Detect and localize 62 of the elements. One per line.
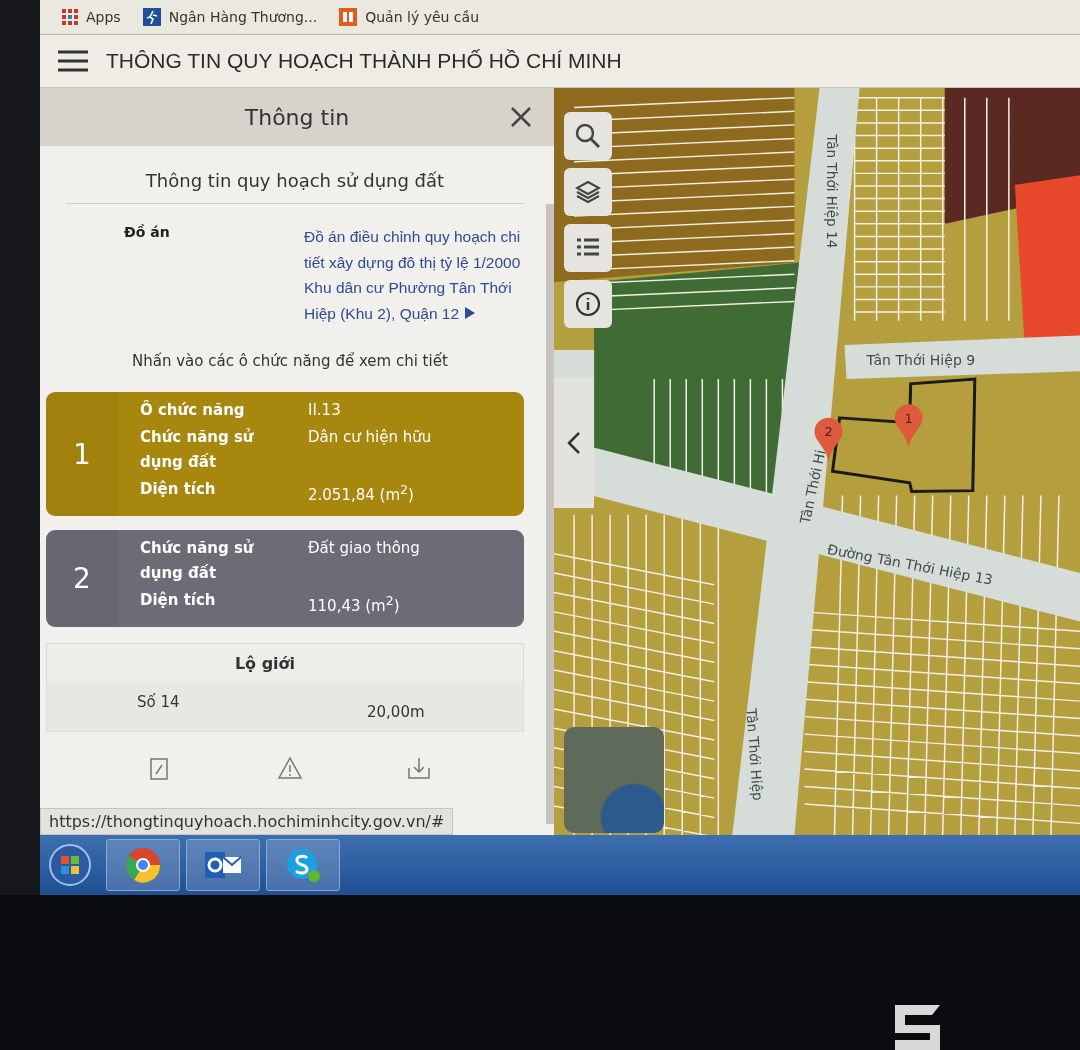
land-function-card[interactable]: 1 Ô chức năng II.13 Chức năng sử dụng đất Dân cư hiện hữu Diện tích 2.051,84 (m$^{2}$) xyxy=(46,392,524,516)
taskbar-button[interactable] xyxy=(106,839,180,891)
card-label: Diện tích xyxy=(140,479,217,500)
land-function-card[interactable]: 2 Chức năng sử dụng đất Đất giao thông Diện tích 110,43 (m$^{2}$) xyxy=(46,530,524,627)
close-icon xyxy=(510,106,532,128)
card-number: 2 xyxy=(46,530,118,627)
map[interactable]: Tân Thới Hiệp 14 Tân Thới Hiệp 9 Tân Thới Hi Đường Tân Thới Hiệp 13 Tân Thới Hiệp 1 2 xyxy=(554,88,1080,835)
scrollbar[interactable] xyxy=(546,204,554,824)
road-label: Đường Tân Thới Hiệp 13 xyxy=(825,541,994,588)
marker-number: 2 xyxy=(824,424,833,440)
card-value: II.13 xyxy=(308,400,342,421)
card-number: 1 xyxy=(46,392,118,516)
card-label: Chức năng sử dụng đất xyxy=(140,427,255,473)
boundary-title: Lộ giới xyxy=(233,654,297,673)
map-marker-icon[interactable] xyxy=(894,404,923,447)
bookmark-label: Ngân Hàng Thương... xyxy=(168,9,318,25)
runner-icon xyxy=(142,8,161,26)
layers-button[interactable] xyxy=(564,168,612,216)
menu-icon[interactable] xyxy=(58,50,88,72)
taskbar-button[interactable] xyxy=(186,839,260,891)
taskbar-button[interactable] xyxy=(266,839,340,891)
search-icon xyxy=(575,123,601,149)
card-value: Dân cư hiện hữu xyxy=(308,427,433,448)
road-label: Tân Thới Hi xyxy=(796,448,829,526)
legend-button[interactable] xyxy=(564,224,612,272)
card-value: 2.051,84 (m$^{2}$) xyxy=(308,481,415,506)
project-label: Đồ án xyxy=(124,224,171,242)
info-icon xyxy=(575,291,601,317)
road-label: Tân Thới Hiệp xyxy=(743,708,767,802)
road-label: Tân Thới Hiệp 9 xyxy=(866,352,976,369)
card-label: Diện tích xyxy=(140,590,217,611)
chat-bubble-icon xyxy=(284,846,322,884)
download-icon[interactable] xyxy=(406,756,433,782)
bookmark-label: Quản lý yêu cầu xyxy=(365,9,479,25)
apps-grid-icon xyxy=(62,9,78,25)
marker-number: 1 xyxy=(904,410,913,426)
bookmark-link[interactable]: Ngân Hàng Thương... xyxy=(142,8,318,26)
layers-icon xyxy=(575,179,601,205)
bookmark-label: Apps xyxy=(86,9,121,25)
card-value: 110,43 (m$^{2}$) xyxy=(308,592,401,617)
hint-text: Nhấn vào các ô chức năng để xem chi tiết xyxy=(131,351,449,372)
satellite-thumbnail[interactable] xyxy=(564,727,664,833)
panel-title: Thông tin xyxy=(244,104,350,130)
project-link[interactable]: Đồ án điều chỉnh quy hoạch chi tiết xây dựng đô thị tỷ lệ 1/2000 Khu dân cư Phường Tân Thới Hiệp (Khu 2), Quận 12 xyxy=(304,224,526,326)
card-label: Chức năng sử dụng đất xyxy=(140,538,255,584)
bookmark-link[interactable]: Quản lý yêu cầu xyxy=(339,8,479,26)
browser-circle-icon xyxy=(124,846,162,884)
road-label: Tân Thới Hiệp 14 xyxy=(823,134,840,249)
start-orb-icon xyxy=(48,843,92,887)
site-title: THÔNG TIN QUY HOẠCH THÀNH PHỐ HỒ CHÍ MINH xyxy=(106,49,622,73)
chevron-left-icon xyxy=(567,431,581,455)
search-button[interactable] xyxy=(564,112,612,160)
card-label: Ô chức năng xyxy=(140,399,246,421)
warning-icon[interactable] xyxy=(277,756,303,782)
bookmark-app-icon xyxy=(339,8,358,26)
boundary-value: 20,00m xyxy=(367,702,426,721)
card-value: Đất giao thông xyxy=(308,538,421,559)
bookmark-link[interactable]: Apps xyxy=(62,9,121,25)
boundary-name: Số 14 xyxy=(137,693,181,713)
info-button[interactable] xyxy=(564,280,612,328)
status-url: https://thongtinquyhoach.hochiminhcity.gov.vn/# xyxy=(40,808,454,835)
section-title: Thông tin quy hoạch sử dụng đất xyxy=(66,146,524,204)
